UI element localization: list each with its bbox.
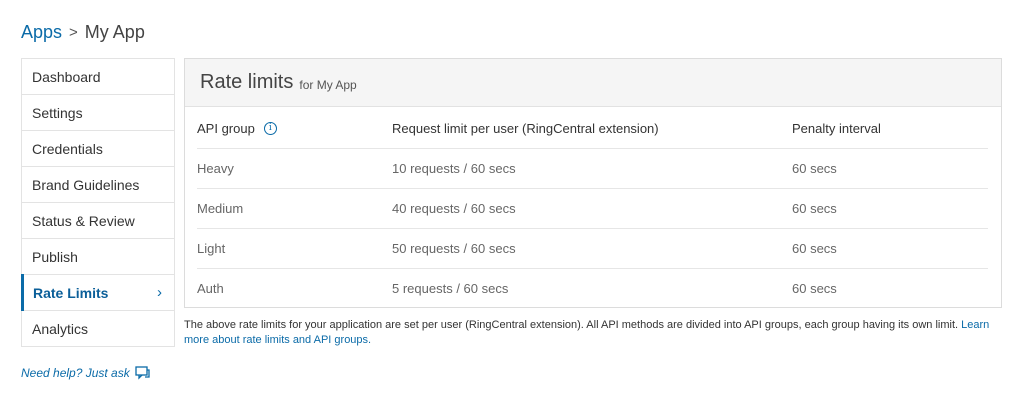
sidebar-item-status-review[interactable]: Status & Review: [22, 203, 174, 239]
table-row: Heavy 10 requests / 60 secs 60 secs: [197, 149, 988, 189]
sidebar-item-settings[interactable]: Settings: [22, 95, 174, 131]
help-link[interactable]: Need help? Just ask: [21, 366, 150, 380]
rate-limits-table: API group i Request limit per user (Ring…: [197, 108, 988, 308]
table-row: Light 50 requests / 60 secs 60 secs: [197, 229, 988, 269]
table-row: Medium 40 requests / 60 secs 60 secs: [197, 189, 988, 229]
table-cell: 60 secs: [792, 241, 837, 256]
page-title: Rate limits: [200, 71, 294, 93]
rate-limits-note: The above rate limits for your applicati…: [184, 318, 994, 348]
sidebar-item-analytics[interactable]: Analytics: [22, 311, 174, 347]
column-header-request-limit: Request limit per user (RingCentral exte…: [392, 120, 659, 136]
table-header-row: API group i Request limit per user (Ring…: [197, 108, 988, 149]
sidebar-nav: Dashboard Settings Credentials Brand Gui…: [21, 58, 175, 347]
rate-limits-panel: Rate limits for My App API group i Reque…: [184, 58, 1002, 308]
table-cell: Auth: [197, 281, 224, 296]
page-subtitle: for My App: [299, 78, 357, 92]
table-cell: Heavy: [197, 161, 234, 176]
sidebar-item-label: Dashboard: [32, 68, 101, 85]
column-header-penalty-interval: Penalty interval: [792, 120, 881, 136]
sidebar-item-label: Rate Limits: [33, 284, 109, 301]
chat-bubble-icon: [135, 366, 150, 380]
help-label: Need help? Just ask: [21, 366, 130, 380]
table-cell: Light: [197, 241, 226, 256]
sidebar-item-label: Credentials: [32, 140, 103, 157]
panel-header: Rate limits for My App: [185, 59, 1001, 107]
table-cell: 60 secs: [792, 201, 837, 216]
sidebar-item-dashboard[interactable]: Dashboard: [22, 59, 174, 95]
info-icon[interactable]: i: [263, 121, 277, 135]
sidebar-item-label: Settings: [32, 104, 83, 121]
column-header-label: API group: [197, 120, 255, 136]
table-cell: Medium: [197, 201, 244, 216]
table-cell: 40 requests / 60 secs: [392, 201, 516, 216]
breadcrumb-apps-link[interactable]: Apps: [21, 22, 62, 43]
table-cell: 60 secs: [792, 281, 837, 296]
sidebar-item-publish[interactable]: Publish: [22, 239, 174, 275]
sidebar-item-brand-guidelines[interactable]: Brand Guidelines: [22, 167, 174, 203]
sidebar-item-credentials[interactable]: Credentials: [22, 131, 174, 167]
table-cell: 5 requests / 60 secs: [392, 281, 509, 296]
note-text: The above rate limits for your applicati…: [184, 319, 959, 331]
table-cell: 10 requests / 60 secs: [392, 161, 516, 176]
table-cell: 60 secs: [792, 161, 837, 176]
sidebar-item-label: Analytics: [32, 320, 89, 337]
table-row: Auth 5 requests / 60 secs 60 secs: [197, 269, 988, 308]
breadcrumb-current: My App: [84, 22, 145, 42]
breadcrumb-separator: >: [69, 24, 78, 41]
sidebar-item-label: Status & Review: [32, 212, 135, 229]
sidebar-item-label: Publish: [32, 248, 78, 265]
column-header-api-group: API group i: [197, 121, 392, 136]
table-cell: 50 requests / 60 secs: [392, 241, 516, 256]
chevron-right-icon: ›: [157, 284, 162, 301]
sidebar-item-label: Brand Guidelines: [32, 176, 140, 193]
sidebar-item-rate-limits[interactable]: Rate Limits ›: [21, 274, 174, 311]
breadcrumb: Apps > My App: [21, 22, 145, 43]
